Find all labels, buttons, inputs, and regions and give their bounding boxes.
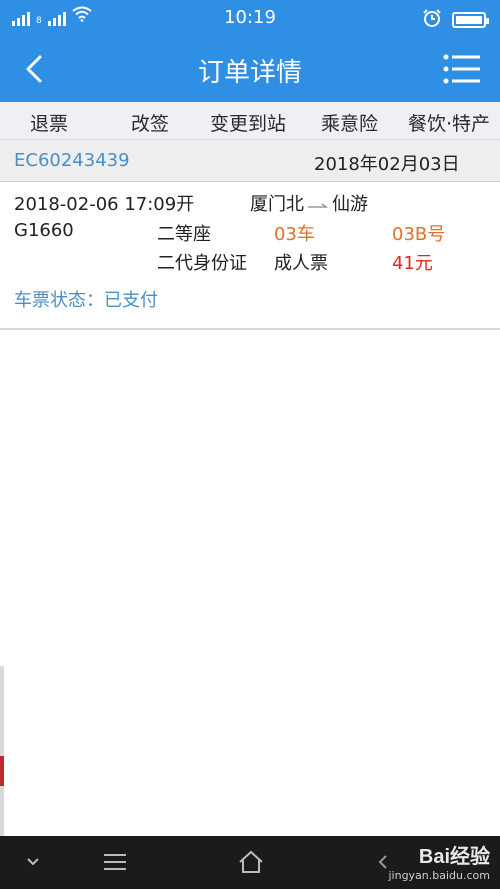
ticket-status: 车票状态：已支付 (14, 290, 158, 311)
system-nav-bar: Bai经验 jingyan.baidu.com (0, 836, 500, 889)
home-icon (239, 850, 263, 873)
refund-button[interactable]: 退票 (30, 109, 68, 136)
ticket-price: 41元 (392, 253, 433, 274)
collapse-button[interactable] (18, 848, 48, 876)
alarm-clock-icon (422, 8, 442, 32)
ticket-type: 成人票 (274, 253, 328, 274)
nav-bar: 订单详情 (0, 36, 500, 102)
status-bar: 8 10:19 (0, 0, 500, 36)
order-number: EC60243439 (14, 150, 130, 171)
home-nav-button[interactable] (236, 848, 266, 876)
menu-nav-button[interactable] (100, 848, 130, 876)
seat-class: 二等座 (157, 224, 211, 245)
change-ticket-button[interactable]: 改签 (131, 109, 169, 136)
car-number: 03车 (274, 224, 315, 245)
from-station: 厦门北 (250, 194, 304, 215)
action-bar: 退票 改签 变更到站 乘意险 餐饮·特产 (0, 102, 500, 140)
arrow-icon (308, 203, 328, 208)
ticket-card[interactable]: 2018-02-06 17:09开 厦门北 仙游 G1660 二等座 03车 03… (0, 182, 500, 330)
id-type: 二代身份证 (157, 253, 247, 274)
list-menu-icon (443, 54, 480, 84)
watermark: Bai经验 jingyan.baidu.com (388, 840, 490, 882)
to-station: 仙游 (332, 194, 368, 215)
chevron-down-icon (27, 858, 39, 866)
seat-number: 03B号 (392, 224, 446, 245)
status-right (422, 8, 489, 32)
page-title: 订单详情 (197, 58, 302, 88)
change-destination-button[interactable]: 变更到站 (210, 109, 286, 136)
departure-time: 2018-02-06 17:09开 (14, 194, 195, 215)
menu-button[interactable] (442, 50, 482, 88)
side-image-strip (0, 666, 4, 836)
battery-icon (452, 12, 489, 28)
food-specialty-button[interactable]: 餐饮·特产 (408, 109, 490, 136)
train-number: G1660 (14, 220, 74, 241)
insurance-button[interactable]: 乘意险 (321, 109, 378, 136)
order-date: 2018年02月03日 (314, 154, 460, 175)
route: 厦门北 仙游 (250, 190, 368, 216)
watermark-brand: Bai经验 (418, 846, 490, 868)
menu-lines-icon (104, 854, 126, 870)
watermark-url: jingyan.baidu.com (388, 869, 490, 882)
order-summary-row: EC60243439 2018年02月03日 (0, 140, 500, 182)
